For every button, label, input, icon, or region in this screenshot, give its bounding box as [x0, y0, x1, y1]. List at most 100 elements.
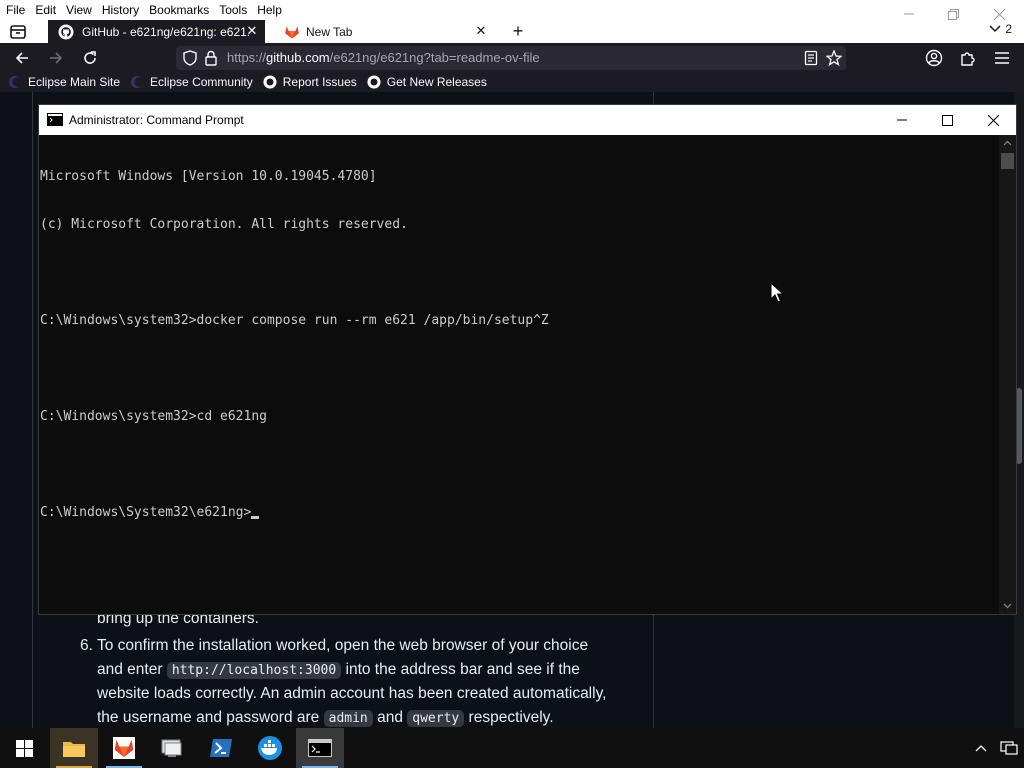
command-prompt-window[interactable]: Administrator: Command Prompt Microsoft …	[38, 104, 1017, 615]
scroll-up-icon[interactable]	[999, 137, 1016, 149]
url-path: /e621ng/e621ng?tab=readme-ov-file	[329, 50, 540, 65]
chevron-down-icon	[989, 25, 1001, 33]
lock-icon[interactable]	[204, 50, 218, 66]
forward-button[interactable]	[44, 46, 68, 70]
file-explorer-icon	[63, 742, 85, 757]
back-button[interactable]	[10, 46, 34, 70]
puzzle-icon	[961, 52, 975, 66]
menu-help[interactable]: Help	[252, 0, 287, 20]
cmd-title-bar[interactable]: Administrator: Command Prompt	[39, 105, 1016, 135]
tab-close-button[interactable]: ✕	[245, 24, 259, 38]
tab-strip: GitHub - e621ng/e621ng: e621.r ✕ New Tab…	[0, 20, 1024, 43]
scroll-down-icon[interactable]	[999, 600, 1016, 612]
plus-icon: +	[512, 21, 524, 41]
list-number: 6.	[80, 637, 93, 654]
menu-edit[interactable]: Edit	[30, 0, 61, 20]
bookmark-eclipse-community[interactable]: Eclipse Community	[130, 72, 253, 92]
console-line: C:\Windows\system32>cd e621ng	[40, 409, 267, 424]
start-button[interactable]	[0, 728, 48, 768]
url-text[interactable]: https://github.com/e621ng/e621ng?tab=rea…	[227, 50, 540, 65]
extensions-button[interactable]	[956, 46, 980, 70]
console-output[interactable]: Microsoft Windows [Version 10.0.19045.47…	[39, 135, 999, 614]
back-arrow-icon	[15, 52, 28, 64]
console-prompt-line[interactable]: C:\Windows\System32\e621ng>	[40, 505, 999, 521]
network-button[interactable]	[994, 728, 1024, 768]
network-icon	[1000, 741, 1018, 755]
maximize-icon	[941, 114, 953, 126]
eclipse-icon	[9, 76, 22, 88]
cmd-maximize-button[interactable]	[924, 105, 970, 135]
menu-tools[interactable]: Tools	[214, 0, 252, 20]
taskbar-command-prompt[interactable]	[296, 728, 344, 768]
navigation-bar: https://github.com/e621ng/e621ng?tab=rea…	[0, 43, 1024, 72]
app-menu-button[interactable]	[990, 46, 1014, 70]
cmd-scrollbar[interactable]	[999, 135, 1016, 614]
menu-view[interactable]: View	[61, 0, 97, 20]
bookmarks-toolbar: Eclipse Main Site Eclipse Community Repo…	[0, 72, 1024, 92]
text-cursor	[251, 516, 260, 519]
close-icon	[993, 8, 1005, 20]
menu-file[interactable]: File	[0, 0, 30, 20]
chevron-up-icon	[975, 745, 987, 752]
readme-text: and enter	[97, 661, 163, 678]
remote-desktop-icon	[161, 739, 182, 757]
console-prompt: C:\Windows\System32\e621ng>	[40, 505, 252, 520]
taskbar-file-explorer[interactable]	[50, 728, 98, 768]
docker-icon	[258, 736, 282, 760]
restore-icon	[947, 8, 959, 20]
bookmark-get-new-releases[interactable]: Get New Releases	[367, 72, 487, 92]
console-line: C:\Windows\system32>docker compose run -…	[40, 313, 549, 328]
cmd-minimize-button[interactable]	[879, 105, 925, 135]
cmd-icon	[47, 113, 63, 126]
account-button[interactable]	[922, 46, 946, 70]
forward-arrow-icon	[50, 52, 63, 64]
readme-text: the username and password are	[97, 709, 320, 726]
menu-history[interactable]: History	[97, 0, 144, 20]
bookmark-star-icon[interactable]	[826, 50, 842, 66]
tab-count-value: 2	[1005, 22, 1012, 36]
powershell-icon	[210, 739, 232, 757]
gitlab-icon	[113, 737, 135, 759]
taskbar-remote-desktop[interactable]	[148, 728, 196, 768]
taskbar-powershell[interactable]	[197, 728, 245, 768]
tab-manager-icon	[10, 25, 26, 39]
cmd-scrollbar-thumb[interactable]	[1001, 153, 1014, 169]
account-icon	[925, 49, 943, 67]
reload-button[interactable]	[78, 46, 102, 70]
show-hidden-icons-button[interactable]	[966, 728, 996, 768]
taskbar-gitlab[interactable]	[100, 728, 148, 768]
tab-github[interactable]: GitHub - e621ng/e621ng: e621.r ✕	[48, 20, 265, 43]
bookmark-eclipse-main-site[interactable]: Eclipse Main Site	[8, 72, 120, 92]
console-line: Microsoft Windows [Version 10.0.19045.47…	[40, 169, 377, 184]
list-all-tabs-button[interactable]	[8, 23, 30, 41]
cmd-title: Administrator: Command Prompt	[69, 113, 244, 127]
minimize-icon	[904, 13, 914, 15]
taskbar-docker[interactable]	[246, 728, 294, 768]
menu-bookmarks[interactable]: Bookmarks	[144, 0, 214, 20]
menu-bar: File Edit View History Bookmarks Tools H…	[0, 0, 1024, 20]
cmd-close-button[interactable]	[970, 105, 1016, 135]
url-bar[interactable]: https://github.com/e621ng/e621ng?tab=rea…	[176, 46, 846, 70]
tab-new-tab[interactable]: New Tab ✕	[276, 20, 494, 43]
gitlab-icon	[285, 25, 299, 38]
tab-close-button[interactable]: ✕	[474, 24, 488, 38]
readme-text: and	[377, 709, 403, 726]
reader-view-icon[interactable]	[804, 50, 818, 66]
bookmark-report-issues[interactable]: Report Issues	[263, 72, 357, 92]
terminal-icon	[308, 739, 332, 757]
tracking-protection-icon[interactable]	[182, 50, 198, 66]
url-prefix: https://	[227, 50, 267, 65]
tab-title: New Tab	[306, 24, 353, 39]
readme-line: website loads correctly. An admin accoun…	[97, 685, 607, 702]
bookmark-label: Eclipse Community	[150, 75, 253, 89]
inline-code-admin: admin	[323, 710, 373, 727]
taskbar	[0, 728, 1024, 768]
start-icon	[15, 739, 33, 757]
tab-count[interactable]: 2	[989, 22, 1012, 36]
url-host: github.com	[266, 50, 330, 65]
new-tab-button[interactable]: +	[508, 22, 528, 42]
mouse-pointer-icon	[770, 282, 784, 303]
